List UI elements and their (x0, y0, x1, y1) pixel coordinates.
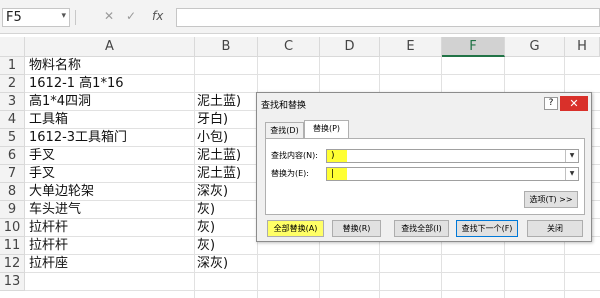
cell-a[interactable]: 车头进气 (29, 201, 81, 219)
row-header[interactable]: 2 (0, 75, 25, 93)
find-label: 查找内容(N): (271, 151, 318, 160)
cell-a[interactable]: 工具箱 (29, 111, 68, 129)
find-value: ) (327, 150, 347, 162)
find-all-button[interactable]: 查找全部(I) (394, 220, 449, 237)
row-header[interactable]: 12 (0, 255, 25, 273)
cell-a[interactable]: 物料名称 (29, 57, 81, 75)
column-header[interactable]: E (380, 37, 442, 57)
cell-a[interactable]: 高1*4四洞 (29, 93, 91, 111)
replace-value: | (327, 168, 347, 180)
formula-bar: F5 ▾ ✕ ✓ fx (0, 0, 600, 34)
cell-a[interactable]: 拉杆杆 (29, 219, 68, 237)
column-header[interactable]: G (505, 37, 565, 57)
row-header[interactable]: 11 (0, 237, 25, 255)
chevron-down-icon[interactable]: ▾ (61, 8, 66, 25)
formula-input[interactable] (176, 8, 600, 27)
cell-b[interactable]: 深灰) (197, 255, 228, 273)
help-icon[interactable]: ? (544, 97, 558, 110)
cell-a[interactable]: 手叉 (29, 165, 55, 183)
cell-a[interactable]: 1612-1 高1*16 (29, 75, 124, 93)
cell-b[interactable]: 灰) (197, 201, 215, 219)
close-button[interactable]: 关闭 (527, 220, 583, 237)
row-header[interactable]: 1 (0, 57, 25, 75)
replace-all-button[interactable]: 全部替换(A) (267, 220, 324, 237)
cell-b[interactable]: 深灰) (197, 183, 228, 201)
row-header[interactable]: 6 (0, 147, 25, 165)
cell-b[interactable]: 泥土蓝) (197, 93, 241, 111)
name-box-value: F5 (6, 10, 22, 25)
tab-find[interactable]: 查找(D) (265, 122, 304, 138)
dialog-title: 查找和替换 (261, 101, 307, 111)
cell-b[interactable]: 泥土蓝) (197, 165, 241, 183)
replace-input[interactable]: | ▼ (326, 167, 579, 181)
cell-a[interactable]: 1612-3工具箱门 (29, 129, 127, 147)
column-header[interactable]: H (565, 37, 600, 57)
grid-line (25, 290, 600, 291)
tab-replace[interactable]: 替换(P) (304, 120, 349, 139)
column-header[interactable]: B (195, 37, 258, 57)
cell-a[interactable]: 大单边轮架 (29, 183, 94, 201)
close-icon[interactable]: ✕ (560, 96, 588, 111)
enter-icon[interactable]: ✓ (126, 9, 136, 23)
column-header[interactable]: C (258, 37, 320, 57)
find-replace-dialog: 查找和替换 ? ✕ 查找(D) 替换(P) 查找内容(N): ) ▼ 替换为(E… (256, 92, 592, 242)
formula-buttons: ✕ ✓ fx (78, 9, 171, 27)
cell-b[interactable]: 泥土蓝) (197, 147, 241, 165)
cell-a[interactable]: 拉杆杆 (29, 237, 68, 255)
chevron-down-icon[interactable]: ▼ (565, 150, 578, 162)
row-header[interactable]: 10 (0, 219, 25, 237)
name-box[interactable]: F5 ▾ (2, 8, 70, 27)
row-header[interactable]: 5 (0, 129, 25, 147)
cell-a[interactable]: 拉杆座 (29, 255, 68, 273)
chevron-down-icon[interactable]: ▼ (565, 168, 578, 180)
column-header[interactable]: A (25, 37, 195, 57)
cell-b[interactable]: 小包) (197, 129, 228, 147)
divider (75, 10, 76, 25)
row-header[interactable]: 8 (0, 183, 25, 201)
function-icon[interactable]: fx (152, 9, 163, 23)
replace-button[interactable]: 替换(R) (332, 220, 381, 237)
row-header[interactable]: 3 (0, 93, 25, 111)
options-button[interactable]: 选项(T) >> (524, 191, 578, 208)
grid-line (194, 57, 195, 298)
row-header[interactable]: 4 (0, 111, 25, 129)
grid-line (25, 254, 600, 255)
find-next-button[interactable]: 查找下一个(F) (456, 220, 518, 237)
find-input[interactable]: ) ▼ (326, 149, 579, 163)
cancel-icon[interactable]: ✕ (104, 9, 114, 23)
cell-b[interactable]: 灰) (197, 219, 215, 237)
row-header[interactable]: 7 (0, 165, 25, 183)
column-header[interactable]: D (320, 37, 380, 57)
cell-b[interactable]: 牙白) (197, 111, 228, 129)
grid-line (25, 272, 600, 273)
row-header[interactable]: 13 (0, 273, 25, 291)
cell-a[interactable]: 手叉 (29, 147, 55, 165)
replace-panel: 查找内容(N): ) ▼ 替换为(E): | ▼ 选项(T) >> (265, 138, 585, 215)
cell-b[interactable]: 灰) (197, 237, 215, 255)
select-all-corner[interactable] (0, 37, 25, 57)
column-header[interactable]: F (442, 37, 505, 57)
replace-label: 替换为(E): (271, 169, 309, 178)
row-header[interactable]: 9 (0, 201, 25, 219)
